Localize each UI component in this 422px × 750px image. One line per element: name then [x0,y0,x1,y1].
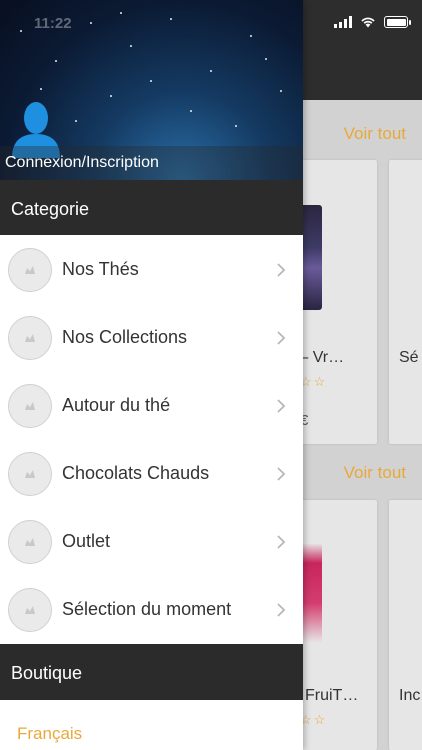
menu-item-label: Outlet [62,531,111,551]
login-bar[interactable]: Connexion/Inscription [0,146,303,180]
menu-item-nos-collections[interactable]: Nos Collections [0,304,303,372]
category-icon [8,248,52,292]
chevron-right-icon [277,603,286,617]
side-drawer: 11:22 Connexion/Inscription Categorie No… [0,0,303,750]
product-rating: ☆☆ [300,712,328,727]
menu-item-selection-du-moment[interactable]: Sélection du moment [0,576,303,644]
battery-icon [384,16,411,28]
drawer-header: 11:22 Connexion/Inscription [0,0,303,180]
shop-header[interactable]: Boutique [0,644,303,700]
signal-icon [334,16,352,28]
product-card[interactable]: Sé [389,160,422,444]
menu-item-label: Nos Thés [62,259,139,279]
category-icon [8,520,52,564]
category-icon [8,452,52,496]
chevron-right-icon [277,331,286,345]
menu-item-nos-thes[interactable]: Nos Thés [0,236,303,304]
status-icons [334,16,411,28]
product-title: Sé [399,349,419,366]
product-title: Inc [399,687,421,704]
chevron-right-icon [277,399,286,413]
product-title: FruiT… [305,687,359,704]
menu-item-label: Chocolats Chauds [62,463,210,483]
chevron-right-icon [277,535,286,549]
language-selector[interactable]: Français [17,724,82,744]
category-icon [8,384,52,428]
product-card[interactable]: Inc [389,500,422,750]
login-label[interactable]: Connexion/Inscription [5,154,159,172]
chevron-right-icon [277,467,286,481]
wifi-icon [361,17,375,28]
menu-item-label: Autour du thé [62,395,171,415]
menu-item-label: Nos Collections [62,327,188,347]
product-rating: ☆☆ [300,374,328,389]
category-icon [8,588,52,632]
menu-item-chocolats-chauds[interactable]: Chocolats Chauds [0,440,303,508]
category-header: Categorie [0,180,303,235]
category-header-label: Categorie [11,199,90,219]
see-all-link[interactable]: Voir tout [344,463,406,483]
category-icon [8,316,52,360]
status-time: 11:22 [34,15,72,32]
menu-item-autour-du-the[interactable]: Autour du thé [0,372,303,440]
shop-header-label[interactable]: Boutique [11,663,82,684]
menu-item-label: Sélection du moment [62,599,232,619]
menu-item-outlet[interactable]: Outlet [0,508,303,576]
see-all-link[interactable]: Voir tout [344,124,406,144]
chevron-right-icon [277,263,286,277]
